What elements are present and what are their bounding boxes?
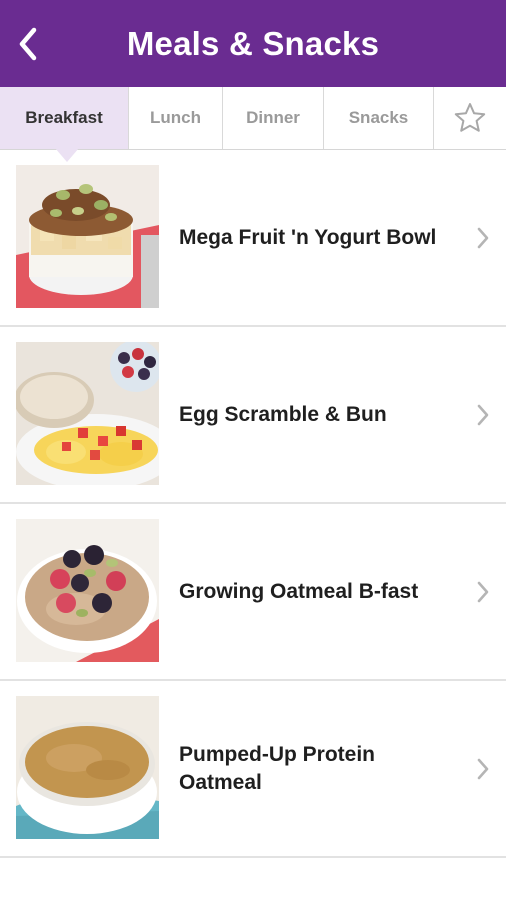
- meal-thumbnail: [16, 165, 159, 308]
- list-item[interactable]: Growing Oatmeal B-fast: [0, 504, 506, 681]
- meal-thumbnail: [16, 696, 159, 839]
- list-item[interactable]: Mega Fruit 'n Yogurt Bowl: [0, 150, 506, 327]
- meal-list: Mega Fruit 'n Yogurt Bowl Egg Scramble &…: [0, 150, 506, 858]
- chevron-right-icon: [477, 758, 489, 779]
- meal-thumbnail: [16, 342, 159, 485]
- chevron-right-icon: [477, 581, 489, 602]
- page-title: Meals & Snacks: [126, 24, 380, 62]
- list-item[interactable]: Egg Scramble & Bun: [0, 327, 506, 504]
- category-tabs: Breakfast Lunch Dinner Snacks: [0, 87, 506, 150]
- chevron-right-icon: [477, 227, 489, 248]
- tab-favorites[interactable]: [434, 87, 506, 149]
- list-item[interactable]: Pumped-Up Protein Oatmeal: [0, 681, 506, 858]
- back-button[interactable]: [6, 14, 50, 74]
- yogurt-bowl-image: [16, 165, 159, 308]
- chevron-right-icon: [477, 404, 489, 425]
- oatmeal-berries-image: [16, 519, 159, 662]
- meal-thumbnail: [16, 519, 159, 662]
- meal-name: Egg Scramble & Bun: [179, 402, 387, 426]
- egg-scramble-image: [16, 342, 159, 485]
- meal-name: Mega Fruit 'n Yogurt Bowl: [179, 225, 437, 249]
- star-outline-icon: [454, 103, 486, 132]
- protein-oatmeal-image: [16, 696, 159, 839]
- tab-breakfast[interactable]: Breakfast: [0, 87, 129, 149]
- tab-snacks[interactable]: Snacks: [324, 87, 434, 149]
- meal-name: Pumped-Up Protein Oatmeal: [179, 742, 376, 794]
- app-header: Meals & Snacks: [0, 0, 506, 87]
- tab-dinner[interactable]: Dinner: [223, 87, 324, 149]
- chevron-left-icon: [19, 27, 37, 61]
- meal-name: Growing Oatmeal B-fast: [179, 579, 419, 603]
- tab-lunch[interactable]: Lunch: [129, 87, 223, 149]
